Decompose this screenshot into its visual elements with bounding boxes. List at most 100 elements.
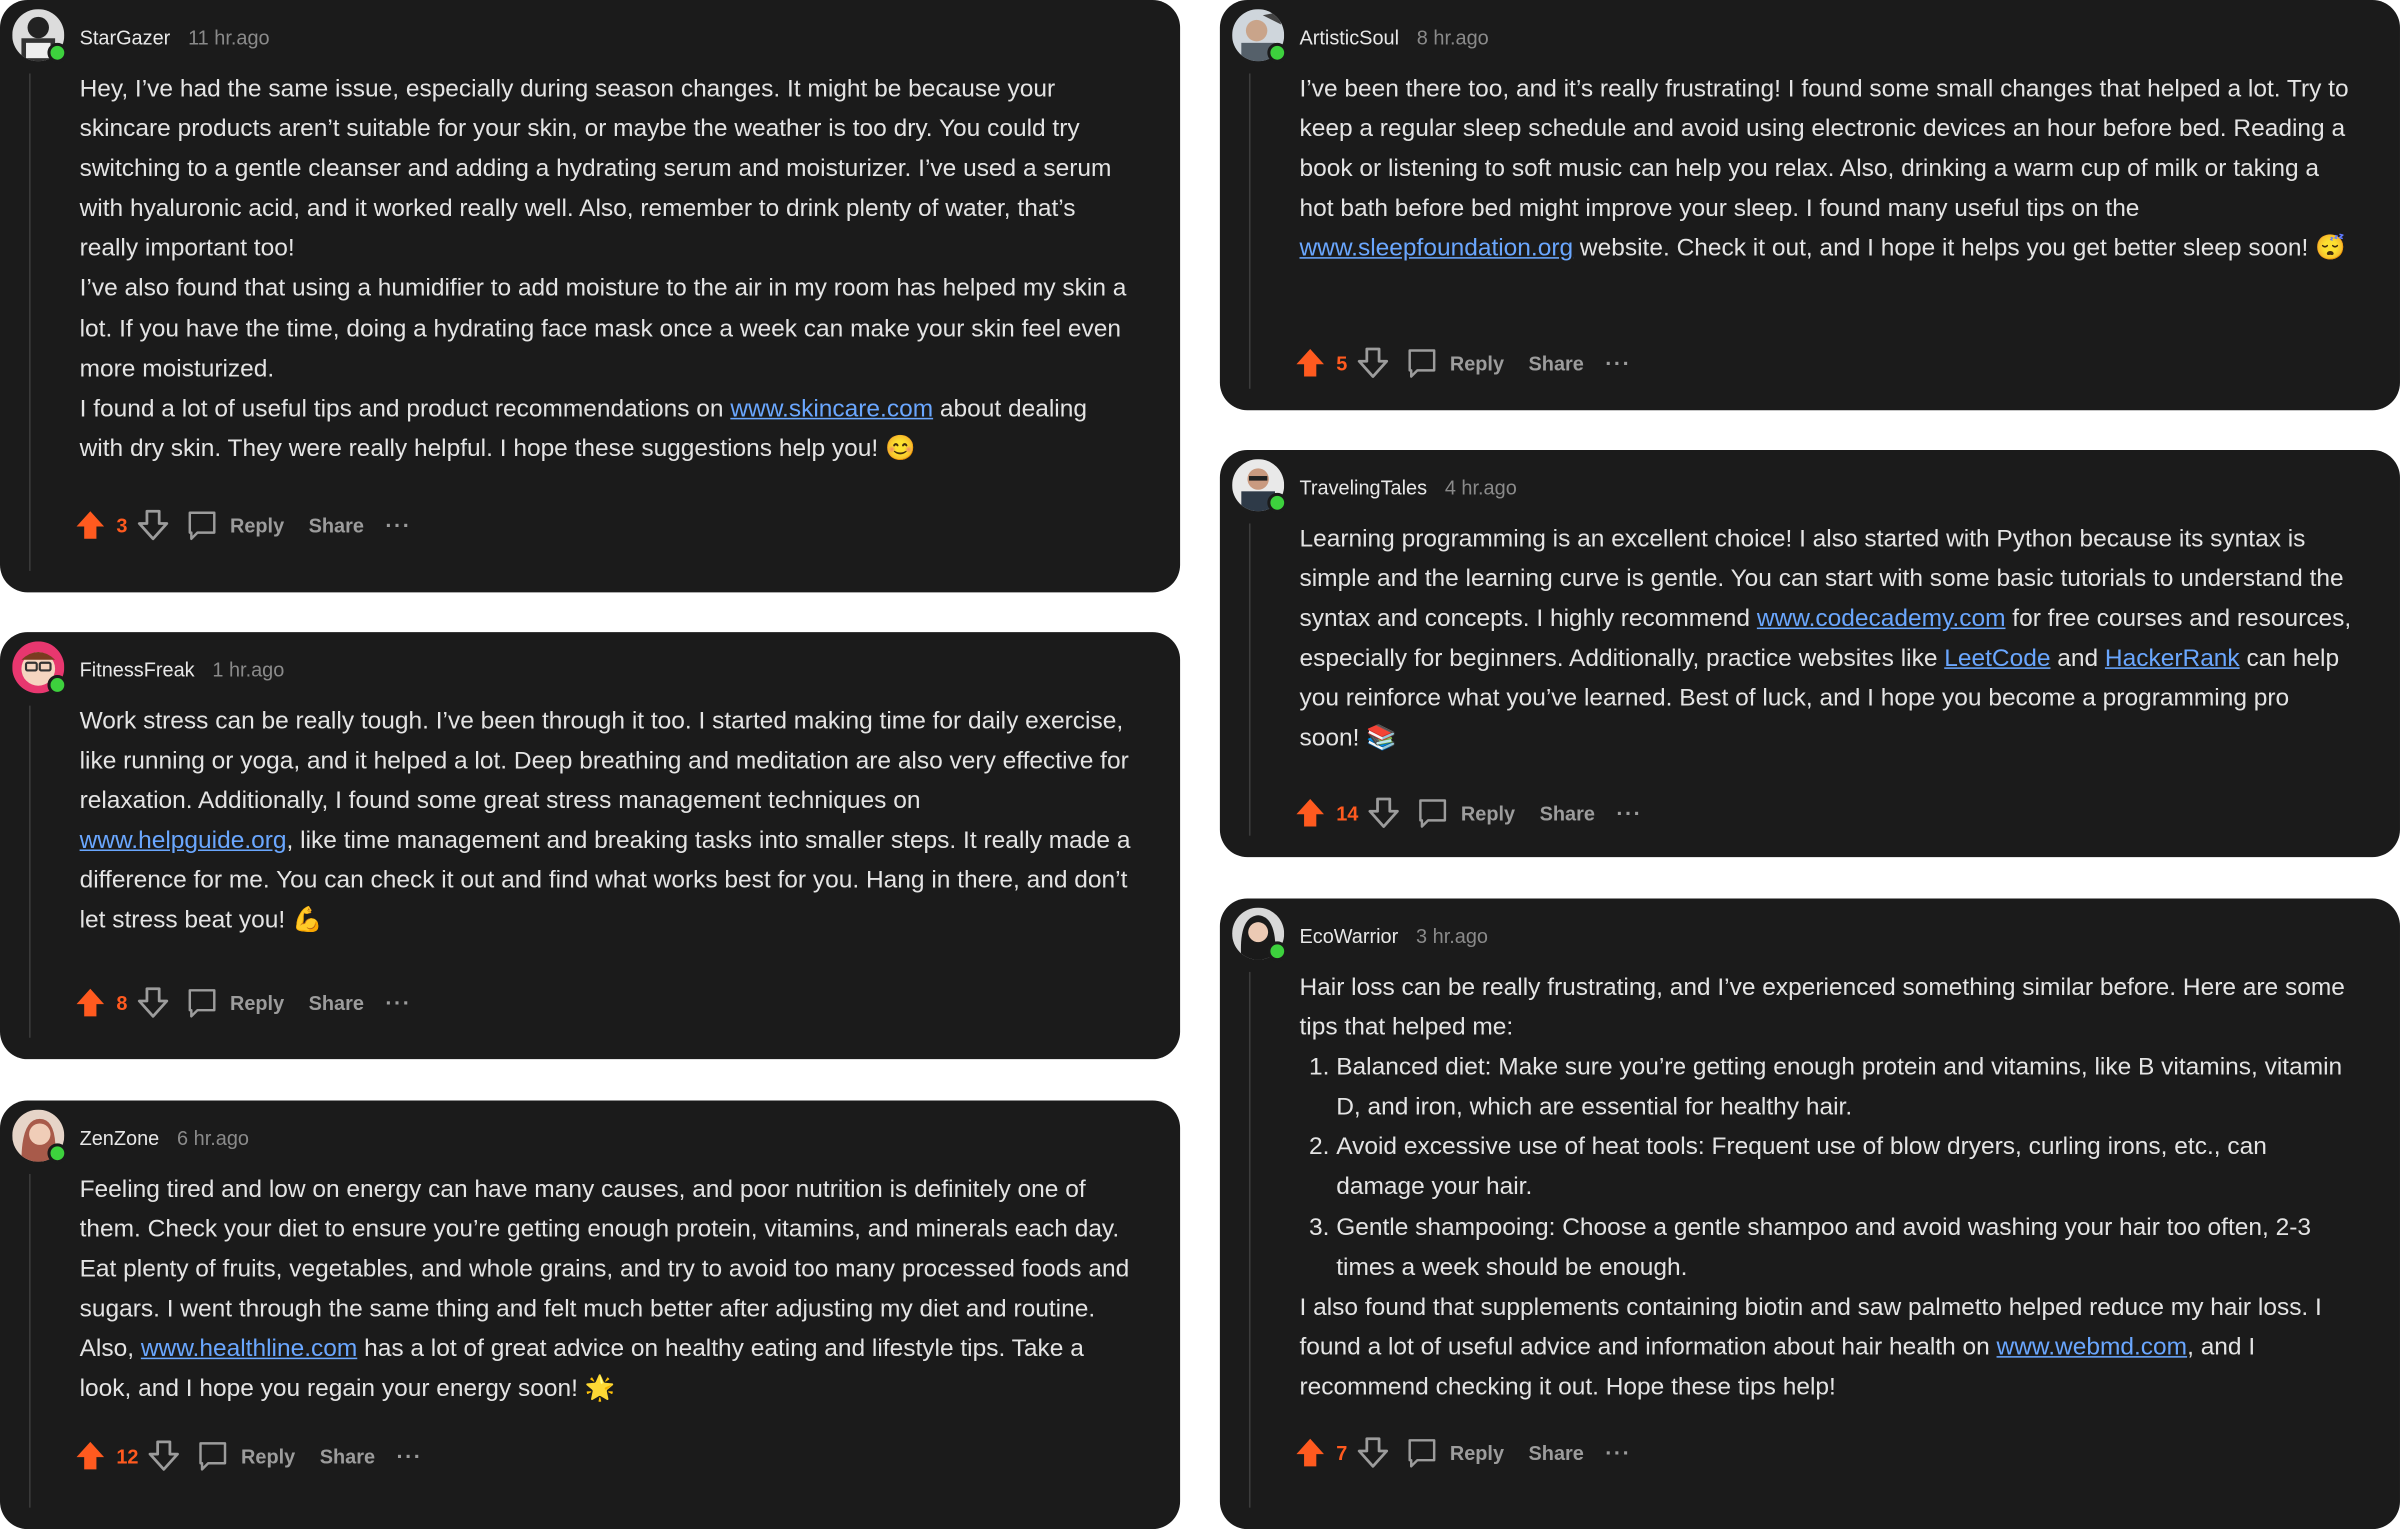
reply-button[interactable]: Reply <box>1405 346 1504 380</box>
thread-line[interactable] <box>29 73 31 571</box>
link[interactable]: www.skincare.com <box>730 396 933 422</box>
avatar[interactable] <box>12 1109 68 1164</box>
link[interactable]: www.sleepfoundation.org <box>1299 236 1573 262</box>
timestamp: 8 hr.ago <box>1416 26 1489 49</box>
reply-button[interactable]: Reply <box>1417 796 1516 830</box>
text: Feeling tired and low on energy can have… <box>79 1177 1130 1363</box>
comment-card: EcoWarrior 3 hr.ago Hair loss can be rea… <box>1219 898 2400 1529</box>
online-indicator <box>1267 941 1288 962</box>
comment-card: StarGazer 11 hr.ago Hey, I’ve had the sa… <box>0 0 1181 593</box>
more-options-icon[interactable]: ··· <box>1616 801 1642 825</box>
share-button[interactable]: Share <box>309 991 364 1014</box>
share-button[interactable]: Share <box>1540 801 1595 824</box>
tips-list: Balanced diet: Make sure you’re getting … <box>1299 1049 2354 1289</box>
link[interactable]: www.codecademy.com <box>1757 606 2006 632</box>
link[interactable]: HackerRank <box>2105 646 2240 672</box>
upvote-icon[interactable] <box>73 986 107 1020</box>
comment-header: ArtisticSoul 8 hr.ago <box>1299 26 1488 49</box>
timestamp: 1 hr.ago <box>212 658 285 682</box>
comment-paragraph: I’ve been there too, and it’s really fru… <box>1299 70 2354 270</box>
vote-count: 12 <box>116 1444 139 1468</box>
thread-line[interactable] <box>1248 971 1251 1508</box>
vote-count: 5 <box>1336 351 1348 375</box>
username[interactable]: ArtisticSoul <box>1299 26 1399 49</box>
text: website. Check it out, and I hope it hel… <box>1573 236 2346 263</box>
comment-body: I’ve been there too, and it’s really fru… <box>1299 70 2354 270</box>
comment-actions: 12 Reply Share ··· <box>73 1437 422 1474</box>
avatar[interactable] <box>12 9 68 63</box>
text: I’ve been there too, and it’s really fru… <box>1299 76 2349 223</box>
downvote-icon[interactable] <box>1356 346 1390 380</box>
avatar[interactable] <box>1232 9 1288 63</box>
link[interactable]: www.healthline.com <box>141 1337 357 1363</box>
share-button[interactable]: Share <box>320 1444 375 1467</box>
comment-header: EcoWarrior 3 hr.ago <box>1299 924 1488 947</box>
more-options-icon[interactable]: ··· <box>396 1443 422 1467</box>
share-button[interactable]: Share <box>1529 1441 1584 1464</box>
downvote-icon[interactable] <box>148 1439 182 1473</box>
list-item: Avoid excessive use of heat tools: Frequ… <box>1336 1129 2354 1209</box>
comment-header: TravelingTales 4 hr.ago <box>1299 476 1516 499</box>
username[interactable]: TravelingTales <box>1299 476 1427 499</box>
downvote-icon[interactable] <box>1368 796 1402 830</box>
online-indicator <box>47 42 68 63</box>
comment-body: Hey, I’ve had the same issue, especially… <box>80 70 1135 469</box>
username[interactable]: ZenZone <box>80 1127 160 1150</box>
vote-count: 8 <box>116 991 128 1015</box>
more-options-icon[interactable]: ··· <box>1605 351 1631 375</box>
upvote-icon[interactable] <box>1293 1436 1327 1470</box>
timestamp: 4 hr.ago <box>1444 476 1517 499</box>
list-item: Gentle shampooing: Choose a gentle shamp… <box>1336 1209 2354 1289</box>
thread-line[interactable] <box>1248 73 1251 389</box>
reply-label: Reply <box>241 1444 296 1468</box>
reply-button[interactable]: Reply <box>1405 1436 1504 1470</box>
downvote-icon[interactable] <box>137 986 171 1020</box>
comment-actions: 5 Reply Share ··· <box>1293 344 1631 381</box>
upvote-icon[interactable] <box>1293 796 1327 830</box>
online-indicator <box>47 674 68 695</box>
timestamp: 11 hr.ago <box>188 26 270 49</box>
vote-count: 7 <box>1336 1441 1348 1465</box>
downvote-icon[interactable] <box>1356 1436 1390 1470</box>
avatar[interactable] <box>1232 459 1288 513</box>
comment-paragraph: I also found that supplements containing… <box>1299 1288 2354 1408</box>
comment-icon <box>188 989 216 1018</box>
comment-actions: 8 Reply Share ··· <box>73 984 411 1021</box>
online-indicator <box>1267 42 1288 63</box>
reply-label: Reply <box>1460 801 1516 825</box>
comment-icon <box>200 1442 227 1471</box>
share-button[interactable]: Share <box>309 514 364 537</box>
thread-line[interactable] <box>29 705 31 1038</box>
comment-icon <box>1419 799 1447 828</box>
avatar[interactable] <box>1232 907 1288 962</box>
username[interactable]: EcoWarrior <box>1299 924 1398 947</box>
thread-line[interactable] <box>1248 523 1251 836</box>
username[interactable]: StarGazer <box>80 26 171 49</box>
more-options-icon[interactable]: ··· <box>385 990 411 1014</box>
reply-label: Reply <box>1449 351 1505 375</box>
comment-header: ZenZone 6 hr.ago <box>80 1127 249 1150</box>
link[interactable]: LeetCode <box>1944 646 2050 672</box>
thread-line[interactable] <box>29 1173 31 1508</box>
link[interactable]: www.helpguide.org <box>80 828 287 854</box>
upvote-icon[interactable] <box>1293 346 1327 380</box>
comment-icon <box>188 511 216 540</box>
avatar[interactable] <box>12 641 68 695</box>
upvote-icon[interactable] <box>73 508 107 542</box>
comment-body: Work stress can be really tough. I’ve be… <box>80 703 1135 943</box>
more-options-icon[interactable]: ··· <box>385 513 411 537</box>
reply-button[interactable]: Reply <box>197 1439 296 1473</box>
online-indicator <box>1267 492 1288 513</box>
comment-icon <box>1408 1439 1436 1468</box>
share-button[interactable]: Share <box>1529 351 1584 374</box>
more-options-icon[interactable]: ··· <box>1605 1440 1631 1464</box>
comment-actions: 14 Reply Share ··· <box>1293 794 1642 831</box>
downvote-icon[interactable] <box>137 508 171 542</box>
reply-button[interactable]: Reply <box>186 508 284 542</box>
upvote-icon[interactable] <box>73 1439 107 1473</box>
username[interactable]: FitnessFreak <box>80 658 195 681</box>
comment-card: ZenZone 6 hr.ago Feeling tired and low o… <box>0 1100 1181 1529</box>
reply-button[interactable]: Reply <box>186 986 284 1020</box>
link[interactable]: www.webmd.com <box>1997 1334 2188 1360</box>
comment-card: TravelingTales 4 hr.ago Learning program… <box>1219 449 2400 858</box>
